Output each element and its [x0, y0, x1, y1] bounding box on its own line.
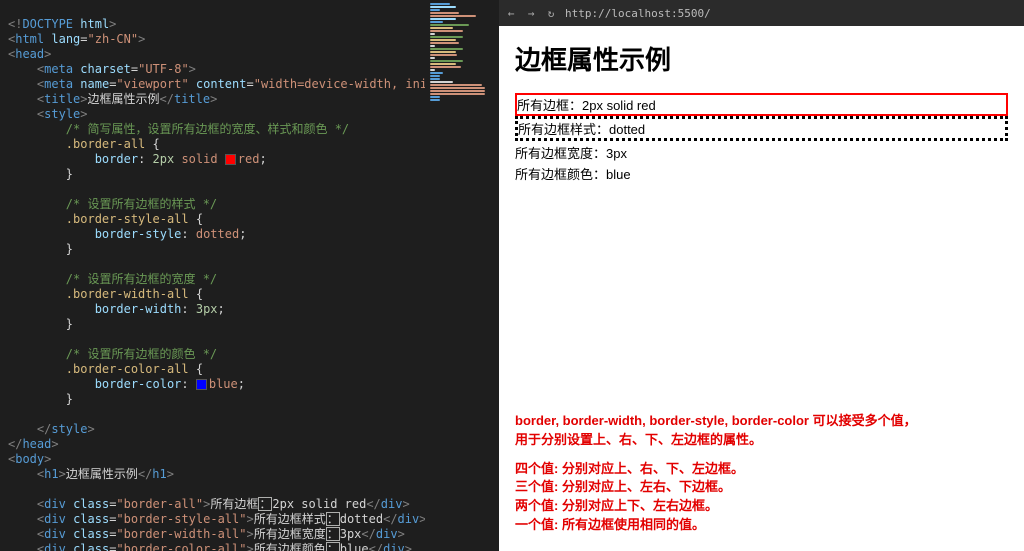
editor-minimap[interactable] [425, 0, 499, 551]
demo-border-all: 所有边框：2px solid red [515, 93, 1008, 116]
color-swatch-blue [196, 379, 207, 390]
explain-line: 用于分别设置上、右、下、左边框的属性。 [515, 431, 1008, 450]
nav-reload-icon[interactable]: ↻ [545, 7, 557, 20]
browser-url[interactable]: http://localhost:5500/ [565, 7, 1018, 20]
nav-forward-icon[interactable]: → [525, 7, 537, 20]
explain-line: 三个值: 分别对应上、左右、下边框。 [515, 478, 1008, 497]
code-editor-pane[interactable]: <!DOCTYPE html> <html lang="zh-CN"> <hea… [0, 0, 425, 551]
explain-line: 四个值: 分别对应上、右、下、左边框。 [515, 460, 1008, 479]
explain-line: 一个值: 所有边框使用相同的值。 [515, 516, 1008, 535]
css-comment: /* 简写属性，设置所有边框的宽度、样式和颜色 */ [66, 122, 349, 136]
explain-line: 两个值: 分别对应上下、左右边框。 [515, 497, 1008, 516]
rendered-page: 边框属性示例 所有边框：2px solid red 所有边框样式：dotted … [499, 26, 1024, 551]
nav-back-icon[interactable]: ← [505, 7, 517, 20]
css-comment: /* 设置所有边框的宽度 */ [66, 272, 217, 286]
explanation-block: border, border-width, border-style, bord… [515, 412, 1008, 541]
page-heading: 边框属性示例 [515, 40, 1008, 77]
color-swatch-red [225, 154, 236, 165]
css-comment: /* 设置所有边框的颜色 */ [66, 347, 217, 361]
browser-pane: ← → ↻ http://localhost:5500/ 边框属性示例 所有边框… [499, 0, 1024, 551]
demo-border-style-all: 所有边框样式：dotted [515, 116, 1008, 141]
code-content[interactable]: <!DOCTYPE html> <html lang="zh-CN"> <hea… [0, 0, 425, 551]
browser-toolbar: ← → ↻ http://localhost:5500/ [499, 0, 1024, 26]
css-comment: /* 设置所有边框的样式 */ [66, 197, 217, 211]
demo-border-width-all: 所有边框宽度：3px [515, 143, 1008, 162]
explain-line: border, border-width, border-style, bord… [515, 412, 1008, 431]
demo-border-color-all: 所有边框颜色：blue [515, 164, 1008, 183]
